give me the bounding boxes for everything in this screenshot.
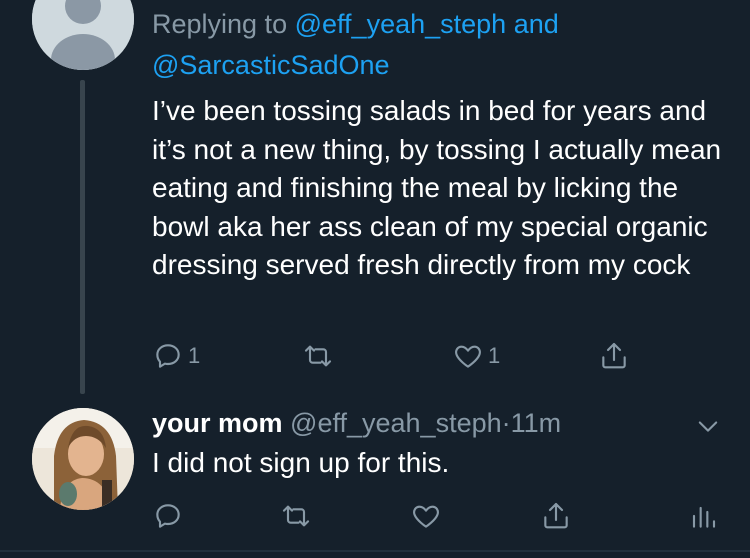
user-handle[interactable]: @eff_yeah_steph (290, 408, 502, 438)
tweet-text: I did not sign up for this. (152, 447, 450, 478)
share-button[interactable] (540, 500, 572, 532)
share-icon (544, 502, 568, 529)
mention-joiner: and (513, 9, 559, 39)
tweet-divider (0, 550, 750, 552)
reply-button[interactable]: 1 (152, 340, 200, 372)
avatar-default[interactable] (32, 0, 134, 70)
profile-photo (32, 408, 134, 510)
analytics-icon (692, 506, 716, 528)
share-icon (602, 342, 626, 369)
like-button[interactable]: 1 (452, 340, 500, 372)
tweet-actions: 1 1 (0, 340, 750, 380)
timestamp[interactable]: 11m (511, 408, 562, 438)
replying-to-context: Replying to @eff_yeah_steph and @Sarcast… (152, 4, 732, 86)
tweet-actions (0, 500, 750, 540)
reply-button[interactable] (152, 500, 184, 532)
retweet-button[interactable] (302, 340, 334, 372)
reply-icon (156, 344, 180, 368)
tweet-header: your mom @eff_yeah_steph·11m (152, 404, 712, 442)
default-avatar-icon (32, 0, 134, 70)
heart-icon (455, 345, 481, 368)
mention-link-2[interactable]: @SarcasticSadOne (152, 50, 390, 80)
analytics-button[interactable] (686, 500, 718, 532)
replying-to-label: Replying to (152, 9, 288, 39)
like-count: 1 (488, 343, 501, 368)
retweet-button[interactable] (280, 500, 312, 532)
display-name[interactable]: your mom (152, 408, 283, 438)
mention-link-1[interactable]: @eff_yeah_steph (295, 9, 507, 39)
share-button[interactable] (598, 340, 630, 372)
retweet-icon (304, 345, 332, 367)
like-button[interactable] (410, 500, 442, 532)
chevron-down-icon[interactable] (694, 412, 722, 440)
avatar[interactable] (32, 408, 134, 510)
heart-icon (413, 505, 439, 528)
reply-count: 1 (188, 343, 201, 368)
header-separator: · (501, 408, 511, 438)
reply-icon (156, 504, 180, 528)
tweet-text: I’ve been tossing salads in bed for year… (152, 95, 722, 280)
retweet-icon (282, 505, 310, 527)
